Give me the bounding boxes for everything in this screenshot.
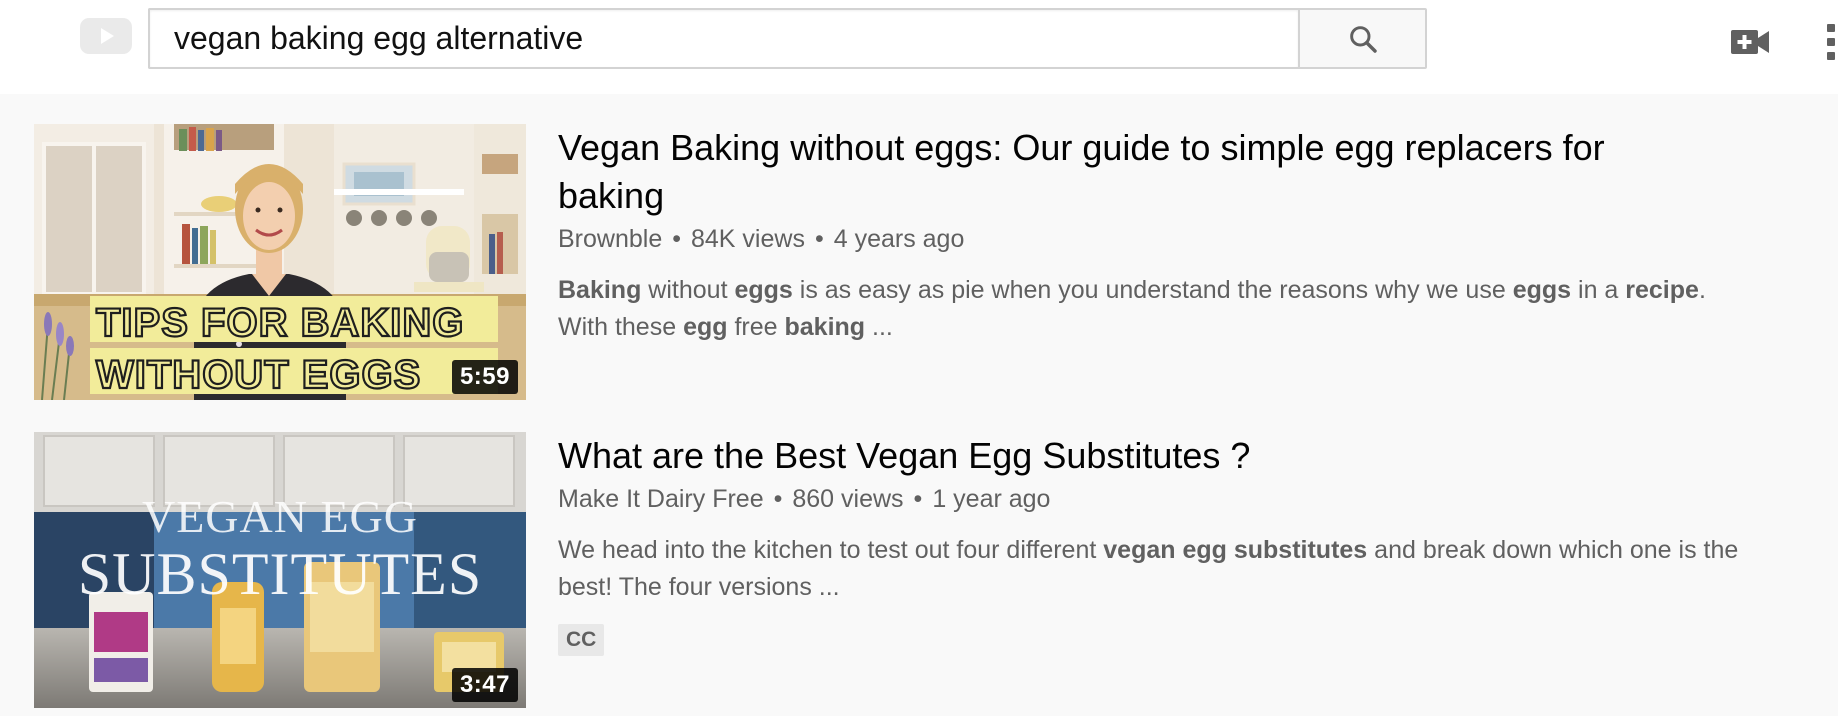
more-vertical-icon[interactable]	[1818, 20, 1838, 64]
video-description: Baking without eggs is as easy as pie wh…	[558, 272, 1758, 346]
description-text: free	[727, 313, 785, 341]
create-video-button[interactable]	[1728, 20, 1772, 64]
video-thumbnail[interactable]: TIPS FOR BAKING WITHOUT EGGS 5:59	[34, 124, 526, 400]
thumbnail-text-line1: TIPS FOR BAKING	[96, 301, 464, 345]
channel-name[interactable]: Make It Dairy Free	[558, 485, 764, 513]
search-button[interactable]	[1298, 8, 1427, 69]
video-title[interactable]: Vegan Baking without eggs: Our guide to …	[558, 124, 1698, 220]
description-highlight: baking	[784, 313, 866, 341]
view-count: 84K views	[691, 225, 805, 253]
description-text: We head into the kitchen to test out fou…	[558, 536, 1104, 564]
video-duration: 5:59	[451, 360, 518, 394]
meta-separator: •	[672, 225, 681, 253]
view-count: 860 views	[792, 485, 904, 513]
video-result: VEGAN EGG SUBSTITUTES 3:47 What are the …	[34, 432, 1814, 708]
search-input[interactable]	[174, 10, 1274, 67]
description-text: without	[641, 276, 735, 304]
video-result: TIPS FOR BAKING WITHOUT EGGS 5:59 Vegan …	[34, 124, 1814, 400]
meta-separator: •	[913, 485, 923, 513]
video-thumbnail[interactable]: VEGAN EGG SUBSTITUTES 3:47	[34, 432, 526, 708]
upload-age: 1 year ago	[932, 485, 1051, 513]
video-metadata: Make It Dairy Free • 860 views • 1 year ago	[558, 482, 1698, 516]
video-title[interactable]: What are the Best Vegan Egg Substitutes …	[558, 432, 1698, 480]
youtube-logo-icon[interactable]	[80, 18, 132, 54]
video-info: Vegan Baking without eggs: Our guide to …	[558, 124, 1706, 346]
thumbnail-text-line1: VEGAN EGG	[142, 491, 418, 542]
thumbnail-image: VEGAN EGG SUBSTITUTES	[34, 432, 526, 708]
description-highlight: Baking	[558, 276, 642, 304]
description-highlight: vegan egg substitutes	[1103, 536, 1368, 564]
description-text: in a	[1571, 276, 1626, 304]
meta-separator: •	[773, 485, 783, 513]
video-description: We head into the kitchen to test out fou…	[558, 532, 1758, 606]
description-highlight: eggs	[1512, 276, 1572, 304]
more-dot	[1827, 24, 1835, 32]
description-highlight: egg	[683, 313, 728, 341]
more-dot	[1827, 52, 1835, 60]
thumbnail-text-line2: WITHOUT EGGS	[96, 353, 421, 397]
video-camera-plus-icon	[1731, 30, 1769, 54]
meta-separator: •	[814, 225, 824, 253]
channel-name[interactable]: Brownble	[558, 225, 662, 253]
description-text: ...	[865, 313, 893, 341]
thumbnail-image: TIPS FOR BAKING WITHOUT EGGS	[34, 124, 526, 400]
description-highlight: eggs	[734, 276, 793, 304]
masthead	[0, 0, 1838, 94]
thumbnail-text-line2: SUBSTITUTES	[78, 541, 482, 607]
upload-age: 4 years ago	[833, 225, 965, 253]
description-highlight: recipe	[1625, 276, 1699, 304]
search-box	[148, 8, 1298, 69]
description-text: is as easy as pie when you understand th…	[792, 276, 1513, 304]
video-metadata: Brownble • 84K views • 4 years ago	[558, 222, 1698, 256]
video-info: What are the Best Vegan Egg Substitutes …	[558, 432, 1738, 656]
video-duration: 3:47	[451, 668, 518, 702]
closed-captions-badge: CC	[558, 624, 605, 656]
search-icon	[1349, 25, 1377, 53]
more-dot	[1827, 38, 1835, 46]
